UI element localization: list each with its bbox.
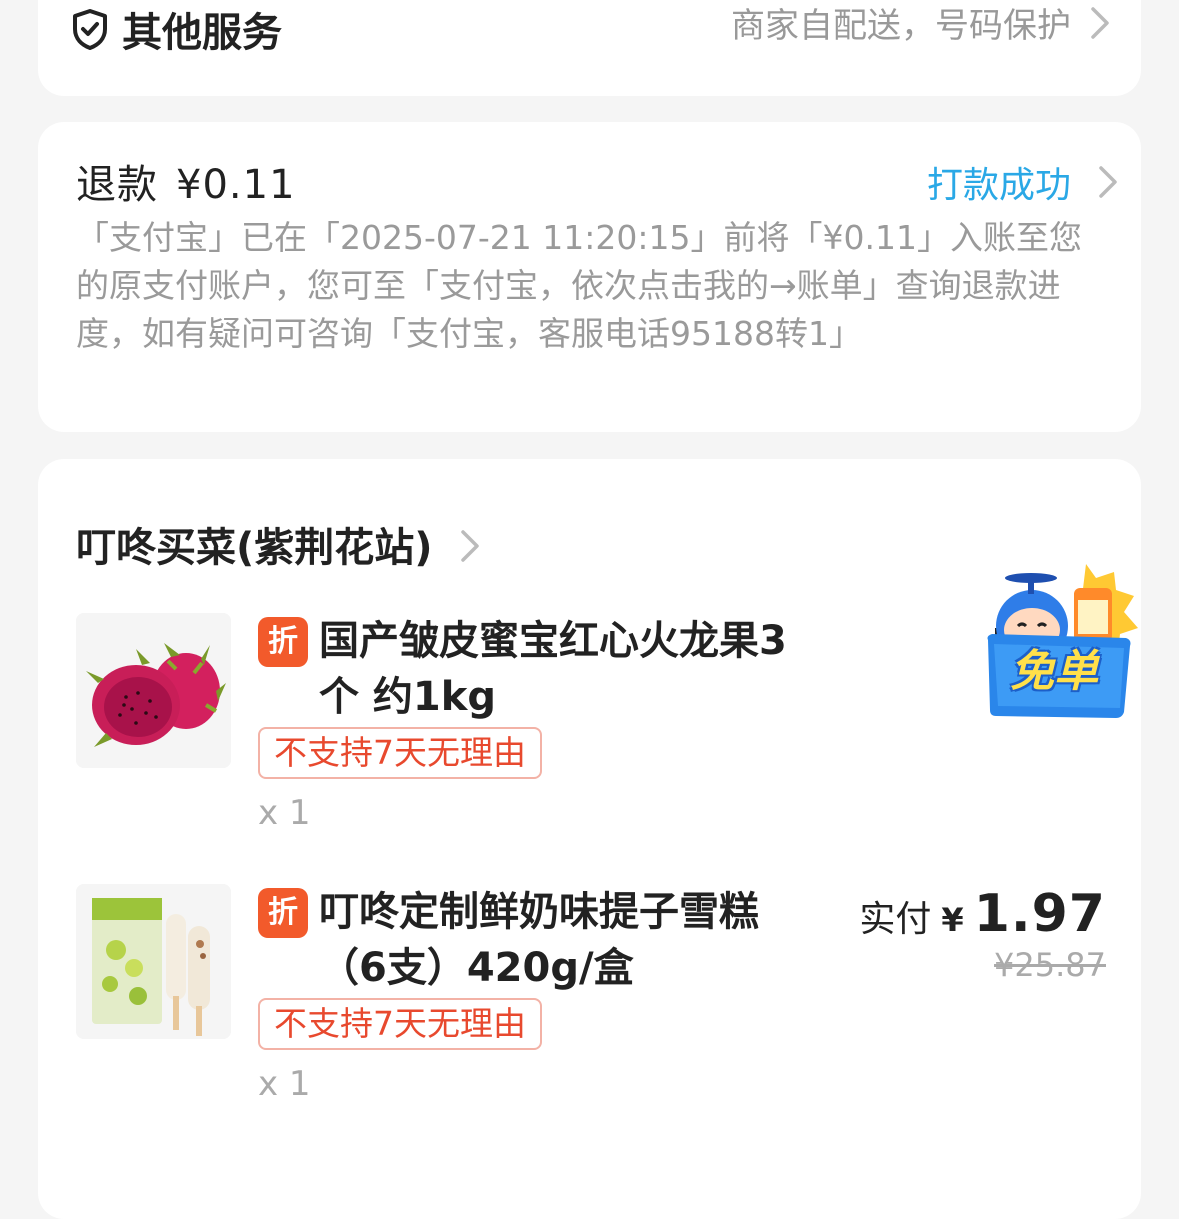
return-policy-tag: 不支持7天无理由 — [258, 727, 542, 779]
services-title-row: 其他服务 — [70, 0, 282, 58]
item-name: 叮咚定制鲜奶味提子雪糕（6支）420g/盒 — [319, 889, 759, 991]
paid-price: 1.97 — [973, 884, 1106, 944]
services-card[interactable]: 其他服务 商家自配送，号码保护 — [38, 0, 1141, 96]
shield-check-icon — [70, 8, 110, 50]
refund-card: 退款 ¥0.11 打款成功 「支付宝」已在「2025-07-21 11:20:15… — [38, 122, 1141, 432]
services-title: 其他服务 — [122, 10, 282, 56]
chevron-right-icon — [1089, 6, 1111, 40]
item-quantity: x 1 — [258, 1064, 311, 1104]
item-quantity: x 1 — [258, 793, 311, 833]
refund-header: 退款 ¥0.11 — [76, 152, 296, 210]
discount-badge: 折 — [258, 888, 308, 938]
item-paid-price: 实付 ¥ 1.97 — [859, 884, 1106, 944]
promo-badge-text: 免单 — [1010, 646, 1098, 697]
services-value-row[interactable]: 商家自配送，号码保护 — [731, 0, 1111, 47]
return-policy-tag: 不支持7天无理由 — [258, 998, 542, 1050]
refund-status: 打款成功 — [926, 165, 1071, 206]
refund-description: 「支付宝」已在「2025-07-21 11:20:15」前将「¥0.11」入账至… — [76, 218, 1082, 353]
discount-badge: 折 — [258, 617, 308, 667]
refund-label: 退款 — [76, 162, 158, 208]
ice-cream-box-image[interactable] — [76, 884, 231, 1039]
original-price: ¥25.87 — [994, 946, 1106, 984]
order-card: 叮咚买菜(紫荆花站) 折 国产皱皮蜜宝红心火龙果3个 约1kg 不支持7天无理由… — [38, 459, 1141, 1219]
chevron-right-icon — [1097, 165, 1119, 199]
currency-symbol: ¥ — [941, 901, 964, 939]
shop-link[interactable]: 叮咚买菜(紫荆花站) — [76, 515, 481, 573]
list-item[interactable]: 折 国产皱皮蜜宝红心火龙果3个 约1kg 不支持7天无理由 x 1 实付 ¥ — [76, 613, 1106, 863]
paid-label: 实付 — [859, 899, 932, 940]
shop-name: 叮咚买菜(紫荆花站) — [76, 525, 433, 571]
list-item[interactable]: 折 叮咚定制鲜奶味提子雪糕（6支）420g/盒 不支持7天无理由 x 1 实付 … — [76, 884, 1106, 1134]
refund-amount: ¥0.11 — [176, 162, 296, 208]
refund-status-link[interactable]: 打款成功 — [927, 156, 1119, 208]
dragon-fruit-image[interactable] — [76, 613, 231, 768]
free-order-promo-badge[interactable]: 免单 — [978, 556, 1146, 732]
services-value: 商家自配送，号码保护 — [731, 6, 1071, 46]
chevron-right-icon — [459, 527, 481, 562]
item-name: 国产皱皮蜜宝红心火龙果3个 约1kg — [319, 618, 787, 720]
